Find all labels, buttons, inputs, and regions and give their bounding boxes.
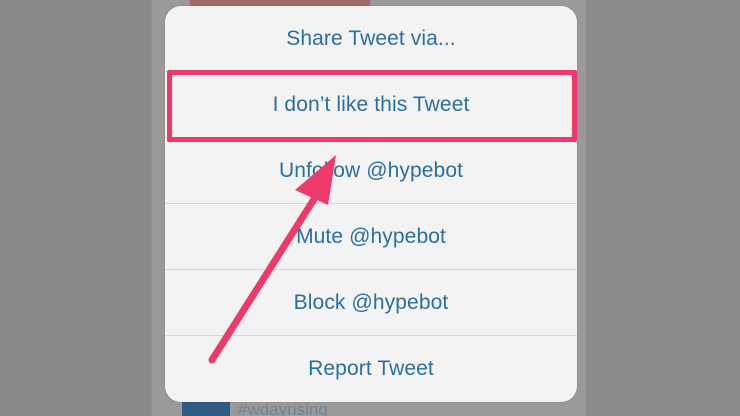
tweet-action-sheet: Share Tweet via... I don’t like this Twe… (165, 6, 577, 402)
report-tweet-label: Report Tweet (308, 357, 434, 380)
share-tweet-via-button[interactable]: Share Tweet via... (165, 6, 577, 72)
block-label: Block @hypebot (293, 290, 449, 314)
left-dimmed-panel (0, 0, 150, 416)
dont-like-tweet-button[interactable]: I don’t like this Tweet (165, 72, 577, 138)
unfollow-label: Unfollow @hypebot (278, 158, 464, 182)
right-dimmed-panel (580, 0, 740, 416)
report-tweet-button[interactable]: Report Tweet (165, 336, 577, 402)
share-tweet-via-label: Share Tweet via... (286, 26, 456, 50)
background-hashtag: #wdayrising (238, 400, 328, 416)
dont-like-tweet-label: I don’t like this Tweet (272, 92, 470, 116)
block-button[interactable]: Block @hypebot (165, 270, 577, 336)
unfollow-button[interactable]: Unfollow @hypebot (165, 138, 577, 204)
mute-button[interactable]: Mute @hypebot (165, 204, 577, 270)
mute-label: Mute @hypebot (296, 224, 446, 248)
